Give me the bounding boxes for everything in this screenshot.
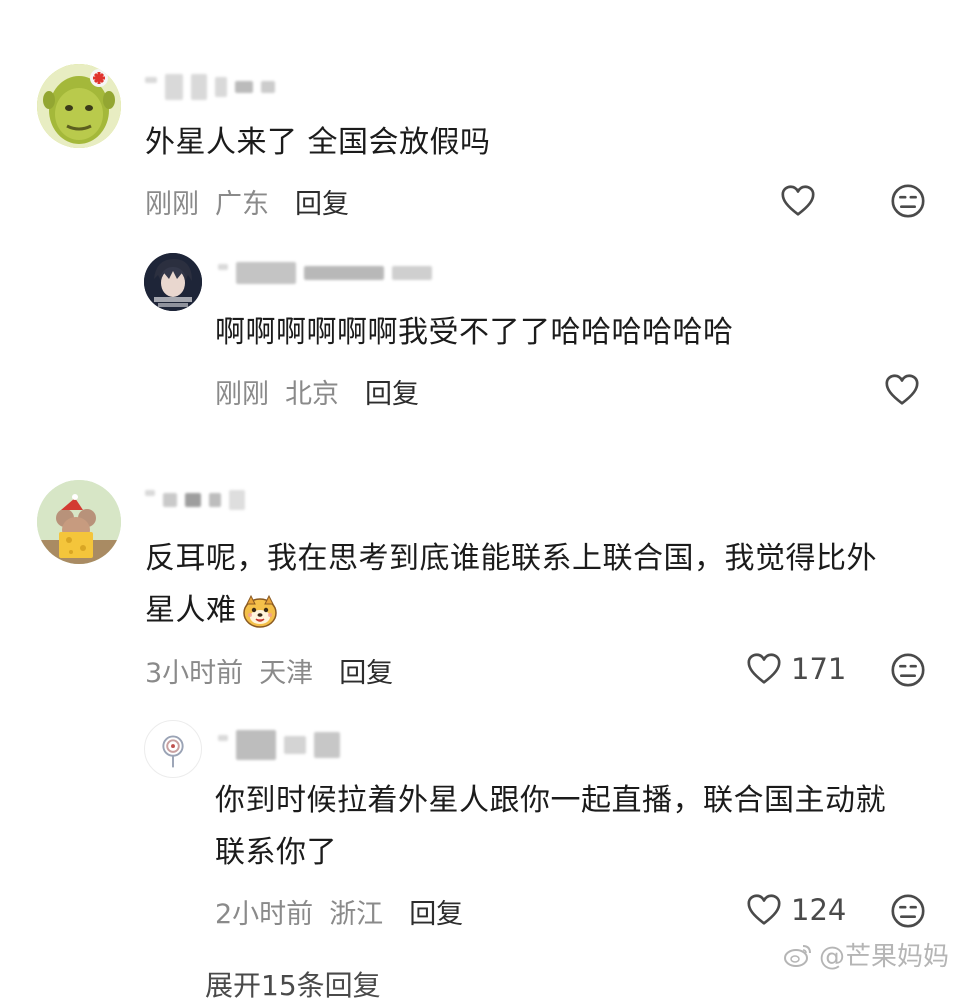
anime-character-icon — [144, 253, 202, 311]
reply-button[interactable]: 回复 — [339, 651, 393, 690]
reply-button[interactable]: 回复 — [365, 372, 419, 411]
unamused-face-icon[interactable] — [889, 892, 927, 930]
reply-meta: 刚刚 北京 回复 — [215, 372, 419, 411]
comment-meta: 刚刚 广东 回复 — [145, 182, 349, 221]
comment-text-line: 星人难 — [145, 585, 945, 637]
unamused-face-icon[interactable] — [889, 182, 927, 220]
ogre-face-icon — [37, 64, 121, 148]
username-blurred[interactable] — [145, 74, 275, 100]
location: 浙江 — [329, 899, 384, 930]
avatar[interactable] — [144, 720, 202, 778]
like-count: 124 — [791, 893, 847, 927]
cute-dog-face-emoji-icon — [242, 594, 277, 628]
timestamp: 2小时前 — [215, 899, 314, 930]
avatar[interactable] — [37, 64, 121, 148]
avatar[interactable] — [37, 480, 121, 564]
location: 天津 — [259, 658, 314, 689]
mouse-with-cheese-icon — [37, 480, 121, 564]
watermark: @芒果妈妈 — [783, 936, 949, 973]
like-count: 171 — [791, 652, 847, 686]
reply-text: 啊啊啊啊啊啊我受不了了哈哈哈哈哈哈 — [215, 315, 734, 350]
lollipop-icon — [162, 735, 184, 768]
heart-icon — [747, 894, 781, 925]
comment-text-line-2: 星人难 — [145, 593, 237, 628]
like-button[interactable]: 124 — [745, 891, 846, 929]
like-button[interactable]: 171 — [745, 650, 846, 688]
heart-icon[interactable] — [779, 182, 817, 220]
reply-button[interactable]: 回复 — [295, 182, 349, 221]
expand-replies-button[interactable]: 展开15条回复 — [205, 964, 381, 1004]
location: 广东 — [215, 189, 269, 220]
comment-text-line: 反耳呢，我在思考到底谁能联系上联合国，我觉得比外 — [145, 541, 877, 576]
avatar[interactable] — [144, 253, 202, 311]
comment-text: 外星人来了 全国会放假吗 — [145, 125, 491, 160]
weibo-logo-icon — [783, 944, 811, 967]
timestamp: 3小时前 — [145, 658, 244, 689]
username-blurred[interactable] — [218, 730, 340, 760]
reply-text-line: 联系你了 — [215, 835, 337, 870]
comment-text: 反耳呢，我在思考到底谁能联系上联合国，我觉得比外 星人难 — [145, 533, 945, 637]
comment-meta: 3小时前 天津 回复 — [145, 651, 393, 690]
heart-icon — [747, 653, 781, 684]
unamused-face-icon[interactable] — [889, 651, 927, 689]
reply-meta: 2小时前 浙江 回复 — [215, 892, 463, 931]
reply-text-line: 你到时候拉着外星人跟你一起直播，联合国主动就 — [215, 783, 886, 818]
watermark-text: @芒果妈妈 — [818, 942, 949, 972]
username-blurred[interactable] — [145, 490, 245, 510]
location: 北京 — [285, 379, 339, 410]
timestamp: 刚刚 — [215, 379, 269, 410]
reply-button[interactable]: 回复 — [409, 892, 463, 931]
heart-icon[interactable] — [883, 371, 921, 409]
reply-text: 你到时候拉着外星人跟你一起直播，联合国主动就 联系你了 — [215, 775, 945, 879]
username-blurred[interactable] — [218, 262, 432, 284]
timestamp: 刚刚 — [145, 189, 199, 220]
